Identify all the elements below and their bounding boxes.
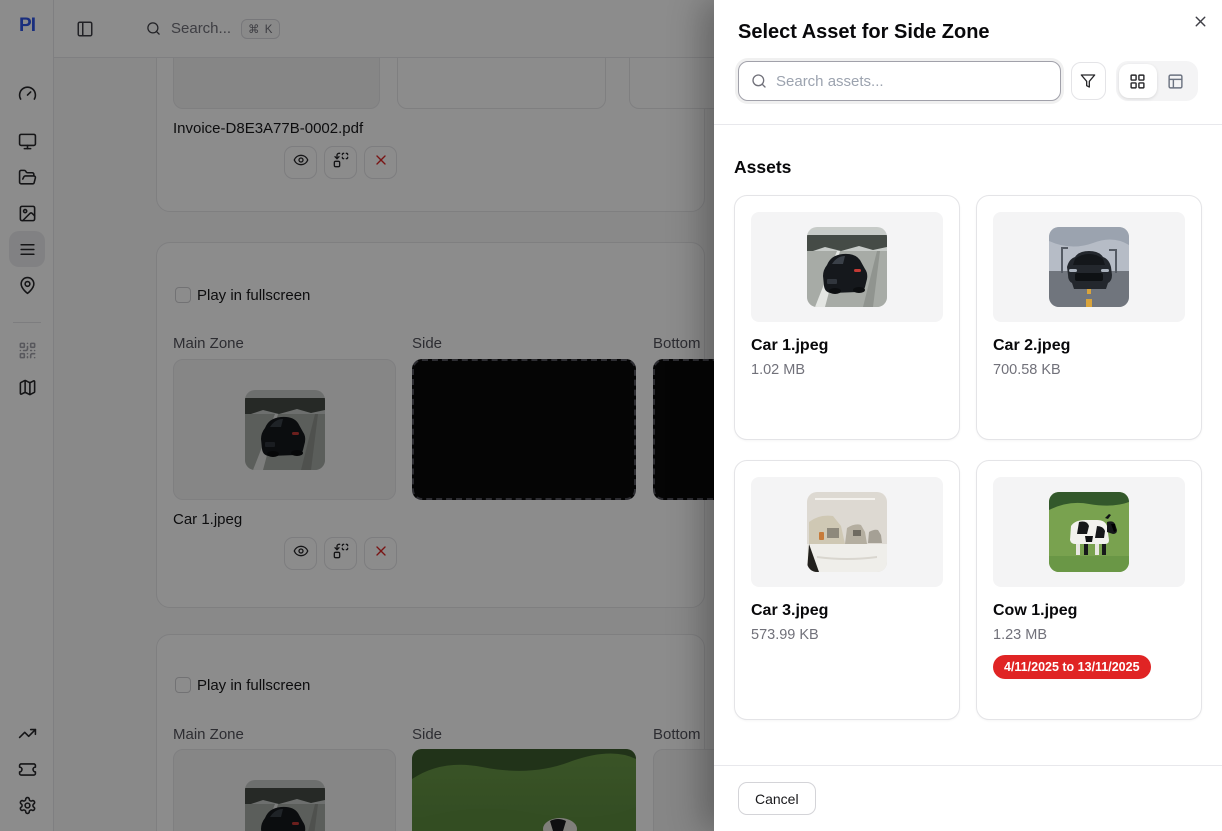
asset-size: 1.23 MB xyxy=(993,627,1185,643)
asset-search-box xyxy=(738,61,1061,101)
asset-thumb-container xyxy=(751,212,943,322)
asset-name: Car 1.jpeg xyxy=(751,337,943,355)
table-view-icon xyxy=(1167,73,1184,90)
filter-button[interactable] xyxy=(1071,62,1106,100)
asset-card-car-3[interactable]: Car 3.jpeg 573.99 KB xyxy=(734,460,960,720)
grid-view-button[interactable] xyxy=(1119,64,1157,98)
schedule-badge: 4/11/2025 to 13/11/2025 xyxy=(993,655,1151,679)
cancel-button[interactable]: Cancel xyxy=(738,782,816,815)
assets-section-heading: Assets xyxy=(734,157,1202,178)
car-2-thumbnail xyxy=(1049,227,1129,307)
modal-footer: Cancel xyxy=(714,765,1222,831)
car-3-thumbnail xyxy=(807,492,887,572)
search-icon xyxy=(751,73,767,89)
asset-card-cow-1[interactable]: Cow 1.jpeg 1.23 MB 4/11/2025 to 13/11/20… xyxy=(976,460,1202,720)
modal-title: Select Asset for Side Zone xyxy=(738,21,1198,44)
asset-thumb-container xyxy=(993,477,1185,587)
app-root: PI xyxy=(0,0,1222,831)
select-asset-modal: Select Asset for Side Zone xyxy=(714,0,1222,831)
cow-1-thumbnail xyxy=(1049,492,1129,572)
asset-name: Cow 1.jpeg xyxy=(993,602,1185,620)
asset-card-car-1[interactable]: Car 1.jpeg 1.02 MB xyxy=(734,195,960,440)
asset-thumb-container xyxy=(751,477,943,587)
modal-body: Assets Car 1.jpeg 1.02 MB xyxy=(714,125,1222,765)
asset-search-input[interactable] xyxy=(776,73,1048,90)
asset-size: 700.58 KB xyxy=(993,362,1185,378)
asset-name: Car 2.jpeg xyxy=(993,337,1185,355)
asset-size: 573.99 KB xyxy=(751,627,943,643)
view-toggle xyxy=(1116,61,1198,101)
table-view-button[interactable] xyxy=(1157,64,1195,98)
grid-view-icon xyxy=(1129,73,1146,90)
car-1-thumbnail xyxy=(807,227,887,307)
close-icon xyxy=(1192,13,1209,30)
filter-icon xyxy=(1080,73,1096,89)
modal-header: Select Asset for Side Zone xyxy=(714,0,1222,124)
asset-name: Car 3.jpeg xyxy=(751,602,943,620)
asset-grid: Car 1.jpeg 1.02 MB Car 2.jpeg 700.58 KB xyxy=(734,195,1202,720)
modal-toolbar xyxy=(738,61,1198,124)
close-button[interactable] xyxy=(1191,12,1209,30)
asset-card-car-2[interactable]: Car 2.jpeg 700.58 KB xyxy=(976,195,1202,440)
asset-thumb-container xyxy=(993,212,1185,322)
asset-size: 1.02 MB xyxy=(751,362,943,378)
